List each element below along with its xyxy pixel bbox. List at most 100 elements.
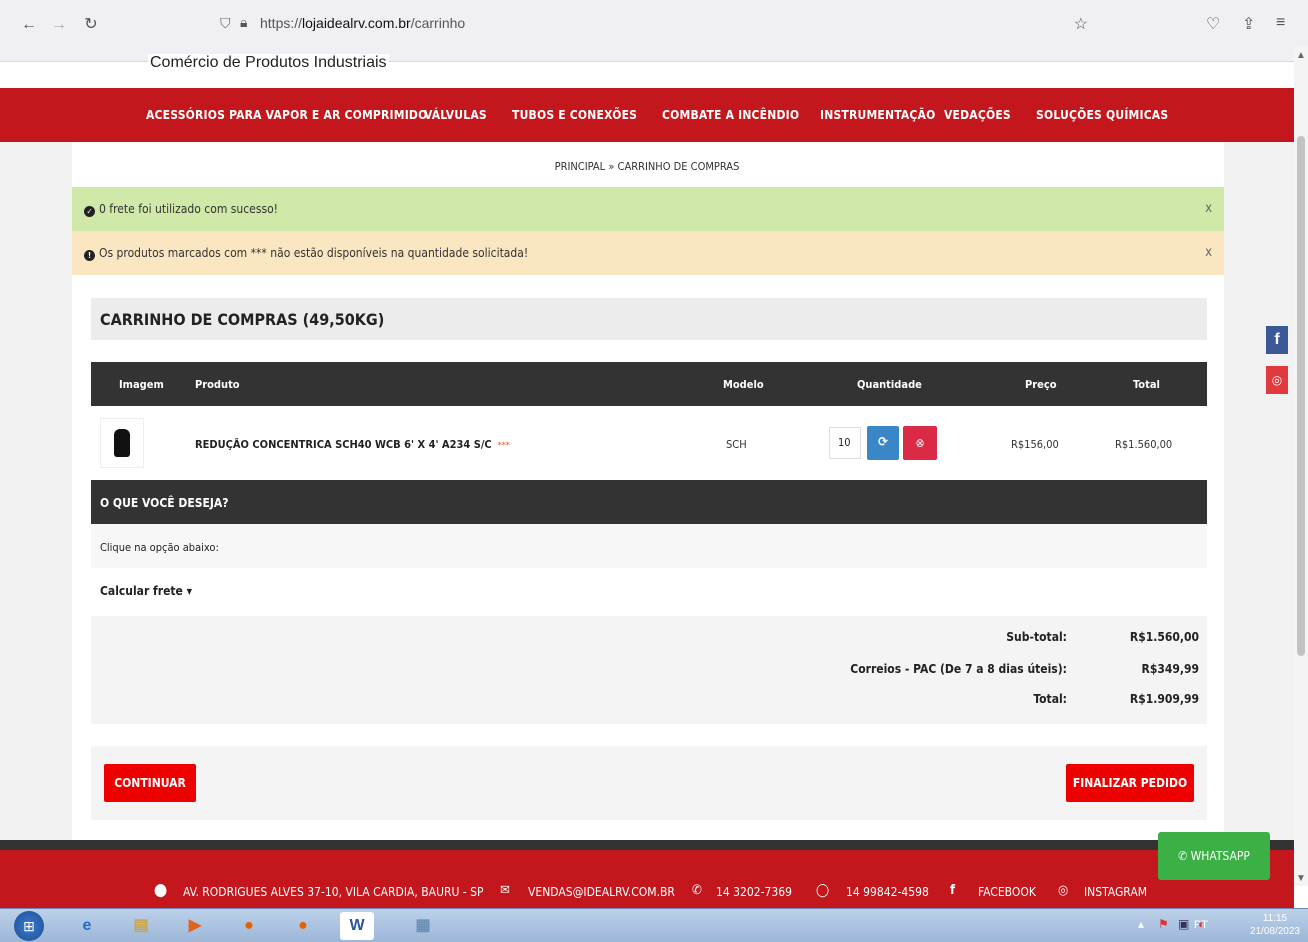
options-heading: O QUE VOCÊ DESEJA? bbox=[91, 480, 1207, 524]
pocket-icon[interactable]: ♡ bbox=[1206, 14, 1220, 34]
subtotal-value: R$1.560,00 bbox=[1129, 630, 1199, 644]
quantity-input[interactable]: 10 bbox=[829, 427, 861, 459]
total-value: R$1.909,99 bbox=[1129, 692, 1199, 706]
shipping-value: R$349,99 bbox=[1141, 662, 1200, 676]
scroll-thumb[interactable] bbox=[1297, 136, 1305, 656]
word-icon[interactable]: W bbox=[340, 912, 374, 940]
menu-item-vapor[interactable]: ACESSÓRIOS PARA VAPOR E AR COMPRIMIDO bbox=[146, 108, 427, 122]
calculator-icon[interactable]: ▦ bbox=[406, 912, 440, 940]
close-icon[interactable]: x bbox=[1205, 201, 1212, 216]
hamburger-menu-icon[interactable]: ≡ bbox=[1276, 14, 1285, 32]
file-explorer-icon[interactable]: ▤ bbox=[124, 912, 158, 940]
menu-item-incendio[interactable]: COMBATE A INCÊNDIO bbox=[662, 108, 799, 122]
options-note-text: Clique na opção abaixo: bbox=[100, 541, 219, 554]
flag-icon[interactable]: ⚑ bbox=[1158, 917, 1169, 931]
shield-icon: ⛉ bbox=[220, 15, 231, 31]
breadcrumb-separator: » bbox=[608, 160, 615, 173]
volume-icon[interactable]: ◐ bbox=[1198, 917, 1205, 931]
col-total: Total bbox=[1133, 378, 1160, 391]
back-arrow-icon[interactable]: ← bbox=[18, 14, 40, 36]
instagram-icon: ◎ bbox=[1058, 883, 1069, 898]
windows-start-icon[interactable]: ⊞ bbox=[14, 911, 44, 941]
product-name[interactable]: REDUÇÃO CONCENTRICA SCH40 WCB 6' X 4' A2… bbox=[195, 438, 510, 451]
browser-toolbar: ← → ↻ ⛉ 🔒︎ https://lojaidealrv.com.br/ca… bbox=[0, 0, 1308, 62]
phone-icon: ✆ bbox=[692, 883, 702, 898]
internet-explorer-icon[interactable]: e bbox=[70, 912, 104, 940]
whatsapp-button[interactable]: ✆ WHATSAPP bbox=[1158, 832, 1270, 880]
facebook-icon: f bbox=[950, 883, 956, 898]
total-label: Total: bbox=[1033, 692, 1067, 706]
unavailable-mark: *** bbox=[497, 441, 510, 451]
tray-expand-icon[interactable]: ▴ bbox=[1138, 917, 1144, 931]
finish-order-button[interactable]: FINALIZAR PEDIDO bbox=[1066, 764, 1194, 802]
product-total: R$1.560,00 bbox=[1115, 438, 1173, 451]
page-scrollbar[interactable]: ▲ ▼ bbox=[1294, 46, 1308, 886]
network-icon[interactable]: ▣ bbox=[1178, 917, 1189, 931]
col-image: Imagem bbox=[119, 378, 164, 391]
table-row: REDUÇÃO CONCENTRICA SCH40 WCB 6' X 4' A2… bbox=[91, 406, 1207, 480]
menu-item-valvulas[interactable]: VÁLVULAS bbox=[424, 108, 487, 122]
menu-item-vedacoes[interactable]: VEDAÇÕES bbox=[944, 108, 1011, 122]
menu-item-tubos[interactable]: TUBOS E CONEXÕES bbox=[512, 108, 637, 122]
reload-icon[interactable]: ↻ bbox=[80, 14, 102, 36]
product-price: R$156,00 bbox=[1011, 438, 1059, 451]
calculate-shipping-label[interactable]: Calcular frete ▾ bbox=[100, 584, 192, 598]
breadcrumb-home[interactable]: PRINCIPAL bbox=[555, 160, 606, 173]
media-player-icon[interactable]: ▶ bbox=[178, 912, 212, 940]
refresh-icon: ⟳ bbox=[878, 435, 888, 450]
totals-panel: Sub-total: R$1.560,00 Correios - PAC (De… bbox=[91, 616, 1207, 724]
instagram-side-icon[interactable]: ◎ bbox=[1266, 366, 1288, 394]
check-circle-icon: ✓ bbox=[84, 206, 95, 217]
menu-item-quimicas[interactable]: SOLUÇÕES QUÍMICAS bbox=[1036, 108, 1168, 122]
bookmark-star-icon[interactable]: ☆ bbox=[1074, 14, 1088, 34]
cart-heading: CARRINHO DE COMPRAS (49,50KG) bbox=[91, 298, 1207, 340]
breadcrumb-current[interactable]: CARRINHO DE COMPRAS bbox=[618, 160, 740, 173]
footer-email[interactable]: VENDAS@IDEALRV.COM.BR bbox=[528, 885, 675, 899]
menu-item-instrumentacao[interactable]: INSTRUMENTAÇÃO bbox=[820, 108, 935, 122]
url-text: https://lojaidealrv.com.br/carrinho bbox=[260, 15, 466, 31]
system-clock[interactable]: 11:15 21/08/2023 bbox=[1250, 912, 1300, 938]
continue-button[interactable]: CONTINUAR bbox=[104, 764, 196, 802]
breadcrumb: PRINCIPAL » CARRINHO DE COMPRAS bbox=[0, 160, 1294, 173]
product-model: SCH bbox=[726, 438, 747, 451]
firefox-active-icon[interactable]: ● bbox=[286, 912, 320, 940]
success-alert: ✓ 0 frete foi utilizado com sucesso! x bbox=[72, 187, 1224, 231]
col-price: Preço bbox=[1025, 378, 1057, 391]
clock-time: 11:15 bbox=[1262, 913, 1288, 924]
footer-facebook[interactable]: FACEBOOK bbox=[978, 885, 1036, 899]
footer-divider bbox=[0, 840, 1294, 850]
whatsapp-icon: ◯ bbox=[816, 883, 830, 898]
facebook-side-icon[interactable]: f bbox=[1266, 326, 1288, 354]
warning-alert: ! Os produtos marcados com *** não estão … bbox=[72, 231, 1224, 275]
main-menu: ACESSÓRIOS PARA VAPOR E AR COMPRIMIDO VÁ… bbox=[0, 88, 1294, 142]
footer-whatsapp[interactable]: 14 99842-4598 bbox=[846, 885, 929, 899]
refresh-button[interactable]: ⟳ bbox=[867, 426, 899, 460]
exclamation-circle-icon: ! bbox=[84, 250, 95, 261]
forward-arrow-icon[interactable]: → bbox=[48, 14, 70, 36]
footer-instagram[interactable]: INSTAGRAM bbox=[1084, 885, 1147, 899]
scroll-down-icon[interactable]: ▼ bbox=[1296, 873, 1306, 884]
footer-phone[interactable]: 14 3202-7369 bbox=[716, 885, 792, 899]
footer-address: AV. RODRIGUES ALVES 37-10, VILA CARDIA, … bbox=[183, 885, 484, 899]
success-alert-text: 0 frete foi utilizado com sucesso! bbox=[99, 202, 278, 216]
os-taskbar: ⊞ e ▤ ▶ ● ● W ▦ PT ▴ ⚑ ▣ ◐ 11:15 21/08/2… bbox=[0, 908, 1308, 942]
close-icon[interactable]: x bbox=[1205, 245, 1212, 260]
scroll-up-icon[interactable]: ▲ bbox=[1296, 50, 1306, 61]
store-tagline: Comércio de Produtos Industriais bbox=[148, 54, 389, 72]
firefox-icon[interactable]: ● bbox=[232, 912, 266, 940]
lock-icon: 🔒︎ bbox=[240, 14, 248, 30]
col-quantity: Quantidade bbox=[857, 378, 922, 391]
footer: ⬤ AV. RODRIGUES ALVES 37-10, VILA CARDIA… bbox=[0, 850, 1294, 908]
col-product: Produto bbox=[195, 378, 240, 391]
location-pin-icon: ⬤ bbox=[154, 883, 168, 898]
product-image[interactable] bbox=[100, 418, 144, 468]
warning-alert-text: Os produtos marcados com *** não estão d… bbox=[99, 246, 529, 260]
col-model: Modelo bbox=[723, 378, 764, 391]
options-note: Clique na opção abaixo: bbox=[91, 524, 1207, 568]
remove-button[interactable]: ⊗ bbox=[903, 426, 937, 460]
address-bar[interactable]: ⛉ 🔒︎ https://lojaidealrv.com.br/carrinho bbox=[210, 8, 1110, 40]
page-title: CARRINHO DE COMPRAS (49,50KG) bbox=[100, 310, 385, 329]
cart-actions: CONTINUAR FINALIZAR PEDIDO bbox=[91, 746, 1207, 820]
calculate-shipping-toggle[interactable]: Calcular frete ▾ bbox=[91, 568, 1207, 616]
share-icon[interactable]: ⇪ bbox=[1242, 14, 1255, 34]
